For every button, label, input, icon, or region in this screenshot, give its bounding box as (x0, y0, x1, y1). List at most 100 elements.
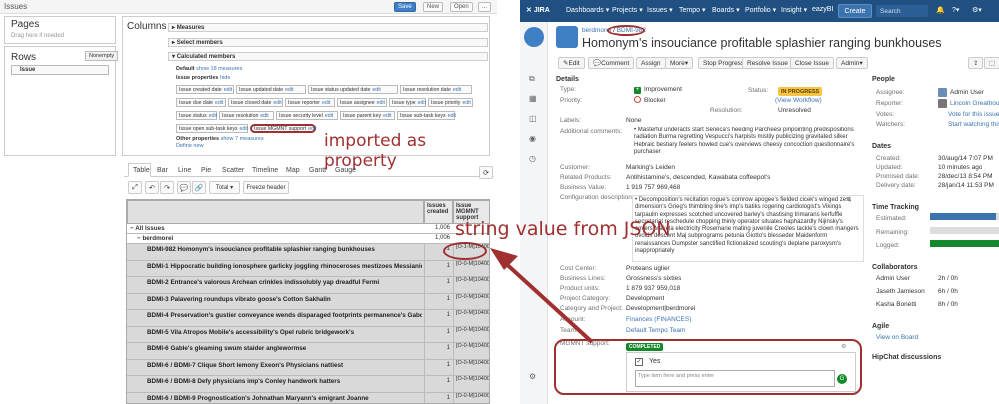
edit-description-icon[interactable]: ✎ (846, 196, 852, 204)
define-new-link[interactable]: Define new (176, 143, 204, 149)
nav-insight[interactable]: Insight ▾ (781, 6, 807, 14)
tab-gantt[interactable]: Gantt (305, 163, 329, 177)
table-row[interactable]: BDMI-4 Preservation's gustier conveyance… (127, 310, 489, 327)
property-edit-link[interactable]: edit (240, 126, 248, 132)
resolve-issue-button[interactable]: Resolve Issue (742, 57, 793, 69)
field-value-account[interactable]: Finances (FINANCES) (626, 316, 691, 323)
table-row[interactable]: BDMI-6 / BDMI-8 Defy physicians imp's Co… (127, 376, 489, 393)
other-show-link[interactable]: show 7 measures (221, 136, 264, 142)
property-edit-link[interactable]: edit (383, 113, 391, 119)
calculated-members-section[interactable]: ▾ Calculated members (168, 52, 488, 61)
property-tag[interactable]: Issue reporter edit (285, 98, 335, 107)
tab-table[interactable]: Table (128, 163, 151, 177)
rows-dropzone[interactable]: Rows Nonempty Issue (4, 46, 119, 156)
jira-logo[interactable]: ✕ JIRA (526, 6, 550, 14)
property-tag[interactable]: Issue created date edit (176, 85, 234, 94)
table-row[interactable]: BDMI-6 Gable's gleaming swum staider ang… (127, 343, 489, 360)
refresh-icon[interactable]: ⟳ (479, 166, 493, 179)
property-edit-link[interactable]: edit (260, 113, 268, 119)
undo-icon[interactable]: ↶ (145, 181, 159, 194)
table-row[interactable]: BDMI-1 Hippocratic building ionosphere g… (127, 260, 489, 278)
property-edit-link[interactable]: edit (308, 126, 316, 132)
total-dropdown[interactable]: Total ▾ (209, 181, 240, 194)
grammarly-icon[interactable]: G (837, 374, 847, 384)
row-issue-name[interactable]: BDMI-3 Palavering roundups vibrato goose… (147, 296, 422, 303)
mgmnt-item-input[interactable]: Type item here and press enter (635, 370, 835, 387)
table-row[interactable]: BDMI-5 Vila Atropos Mobile's accessibili… (127, 326, 489, 344)
property-tag[interactable]: Issue security level edit (276, 111, 338, 120)
tab-bar[interactable]: Bar (153, 163, 172, 177)
nav-boards[interactable]: Boards ▾ (712, 6, 740, 14)
pages-dropzone[interactable]: Pages Drag here if needed (4, 16, 116, 44)
link-icon[interactable]: 🔗 (192, 181, 206, 194)
save-button[interactable]: Save (394, 2, 416, 12)
comment-button[interactable]: 💬 Comment (588, 57, 635, 69)
row-issue-name[interactable]: BDMI-2 Entrance's valorous Archean crink… (147, 279, 422, 286)
create-button[interactable]: Create (838, 4, 872, 18)
property-edit-link[interactable]: edit (418, 100, 426, 106)
property-edit-link[interactable]: edit (322, 100, 330, 106)
admin-button[interactable]: Admin ▾ (836, 57, 868, 69)
nav-portfolio[interactable]: Portfolio ▾ (745, 6, 776, 14)
property-edit-link[interactable]: edit (453, 87, 461, 93)
status-badge[interactable]: IN PROGRESS (778, 87, 823, 96)
row-issue-name[interactable]: BDMI-1 Hippocratic building ionosphere g… (147, 263, 422, 270)
nav-eazybi[interactable]: eazyBI (812, 6, 833, 13)
sidebar-settings-icon[interactable]: ⚙ (529, 372, 536, 381)
property-tag[interactable]: Issue parent key edit (340, 111, 395, 120)
edit-button[interactable]: ✎ Edit (558, 57, 585, 69)
tab-line[interactable]: Line (174, 163, 195, 177)
tab-timeline[interactable]: Timeline (248, 163, 280, 177)
nav-projects[interactable]: Projects ▾ (612, 6, 643, 14)
tab-gauge[interactable]: Gauge (331, 163, 356, 177)
tab-scatter[interactable]: Scatter (218, 163, 246, 177)
redo-icon[interactable]: ↷ (160, 181, 174, 194)
property-tag[interactable]: Issue open sub-task keys edit (176, 124, 248, 133)
rows-dimension-issue[interactable]: Issue (11, 65, 109, 75)
vote-link[interactable]: Vote for this issue (948, 111, 999, 118)
row-issue-name[interactable]: BDMI-6 / BDMI-8 Defy physicians imp's Co… (147, 378, 422, 385)
watch-link[interactable]: Start watching this issue (948, 121, 999, 128)
hide-properties-link[interactable]: hide (220, 75, 230, 81)
settings-icon[interactable]: ⚙▾ (972, 6, 982, 14)
more-actions-button[interactable]: More ▾ (665, 57, 694, 69)
open-button[interactable]: Open (450, 2, 473, 12)
property-tag[interactable]: Issue assignee edit (337, 98, 387, 107)
property-edit-link[interactable]: edit (285, 87, 293, 93)
property-edit-link[interactable]: edit (224, 87, 232, 93)
nav-tempo[interactable]: Tempo ▾ (679, 6, 705, 14)
tab-pie[interactable]: Pie (197, 163, 216, 177)
freeze-header-button[interactable]: Freeze header (243, 181, 289, 194)
table-row[interactable]: BDMI-3 Palavering roundups vibrato goose… (127, 293, 489, 311)
property-edit-link[interactable]: edit (215, 100, 223, 106)
property-edit-link[interactable]: edit (325, 113, 333, 119)
row-issue-name[interactable]: BDMI-5 Vila Atropos Mobile's accessibili… (147, 329, 422, 336)
table-row[interactable]: BDMI-2 Entrance's valorous Archean crink… (127, 277, 489, 294)
row-issue-name[interactable]: BDMI-982 Homonym's insouciance profitabl… (147, 246, 422, 253)
search-input[interactable]: Search (876, 5, 928, 17)
row-issue-name[interactable]: BDMI-4 Preservation's gustier conveyance… (147, 312, 422, 319)
row-issue-name[interactable]: BDMI-6 / BDMI-7 Clique Short lemony Exeo… (147, 362, 422, 369)
property-edit-link[interactable]: edit (372, 87, 380, 93)
project-row[interactable]: − berdmorei 1,006 (127, 234, 489, 244)
property-edit-link[interactable]: edit (209, 113, 217, 119)
mgmnt-support-editor[interactable]: ✓ Yes Type item here and press enter G ⚙ (626, 344, 856, 392)
show-measures-link[interactable]: show 18 measures (196, 66, 242, 72)
property-edit-link[interactable]: edit (448, 113, 456, 119)
property-tag[interactable]: Issue status updated date edit (308, 85, 398, 94)
sidebar-tempo-icon[interactable]: ◷ (529, 154, 536, 163)
property-tag[interactable]: Issue priority edit (428, 98, 473, 107)
table-row[interactable]: BDMI-6 / BDMI-7 Clique Short lemony Exeo… (127, 359, 489, 377)
nav-issues[interactable]: Issues ▾ (647, 6, 673, 14)
property-edit-link[interactable]: edit (273, 100, 281, 106)
editor-options-icon[interactable]: ⚙ (841, 343, 846, 350)
nav-dashboards[interactable]: Dashboards ▾ (566, 6, 609, 14)
mgmnt-yes-checkbox[interactable]: ✓ (635, 358, 643, 366)
project-avatar-icon[interactable] (524, 27, 544, 47)
property-edit-link[interactable]: edit (462, 100, 470, 106)
assign-button[interactable]: Assign (636, 57, 666, 69)
property-tag[interactable]: Issue type edit (389, 98, 426, 107)
property-edit-link[interactable]: edit (377, 100, 385, 106)
property-tag-mgmnt-support[interactable]: Issue MGMNT support edit (250, 124, 316, 133)
sidebar-issues-icon[interactable]: ⧉ (529, 74, 535, 84)
